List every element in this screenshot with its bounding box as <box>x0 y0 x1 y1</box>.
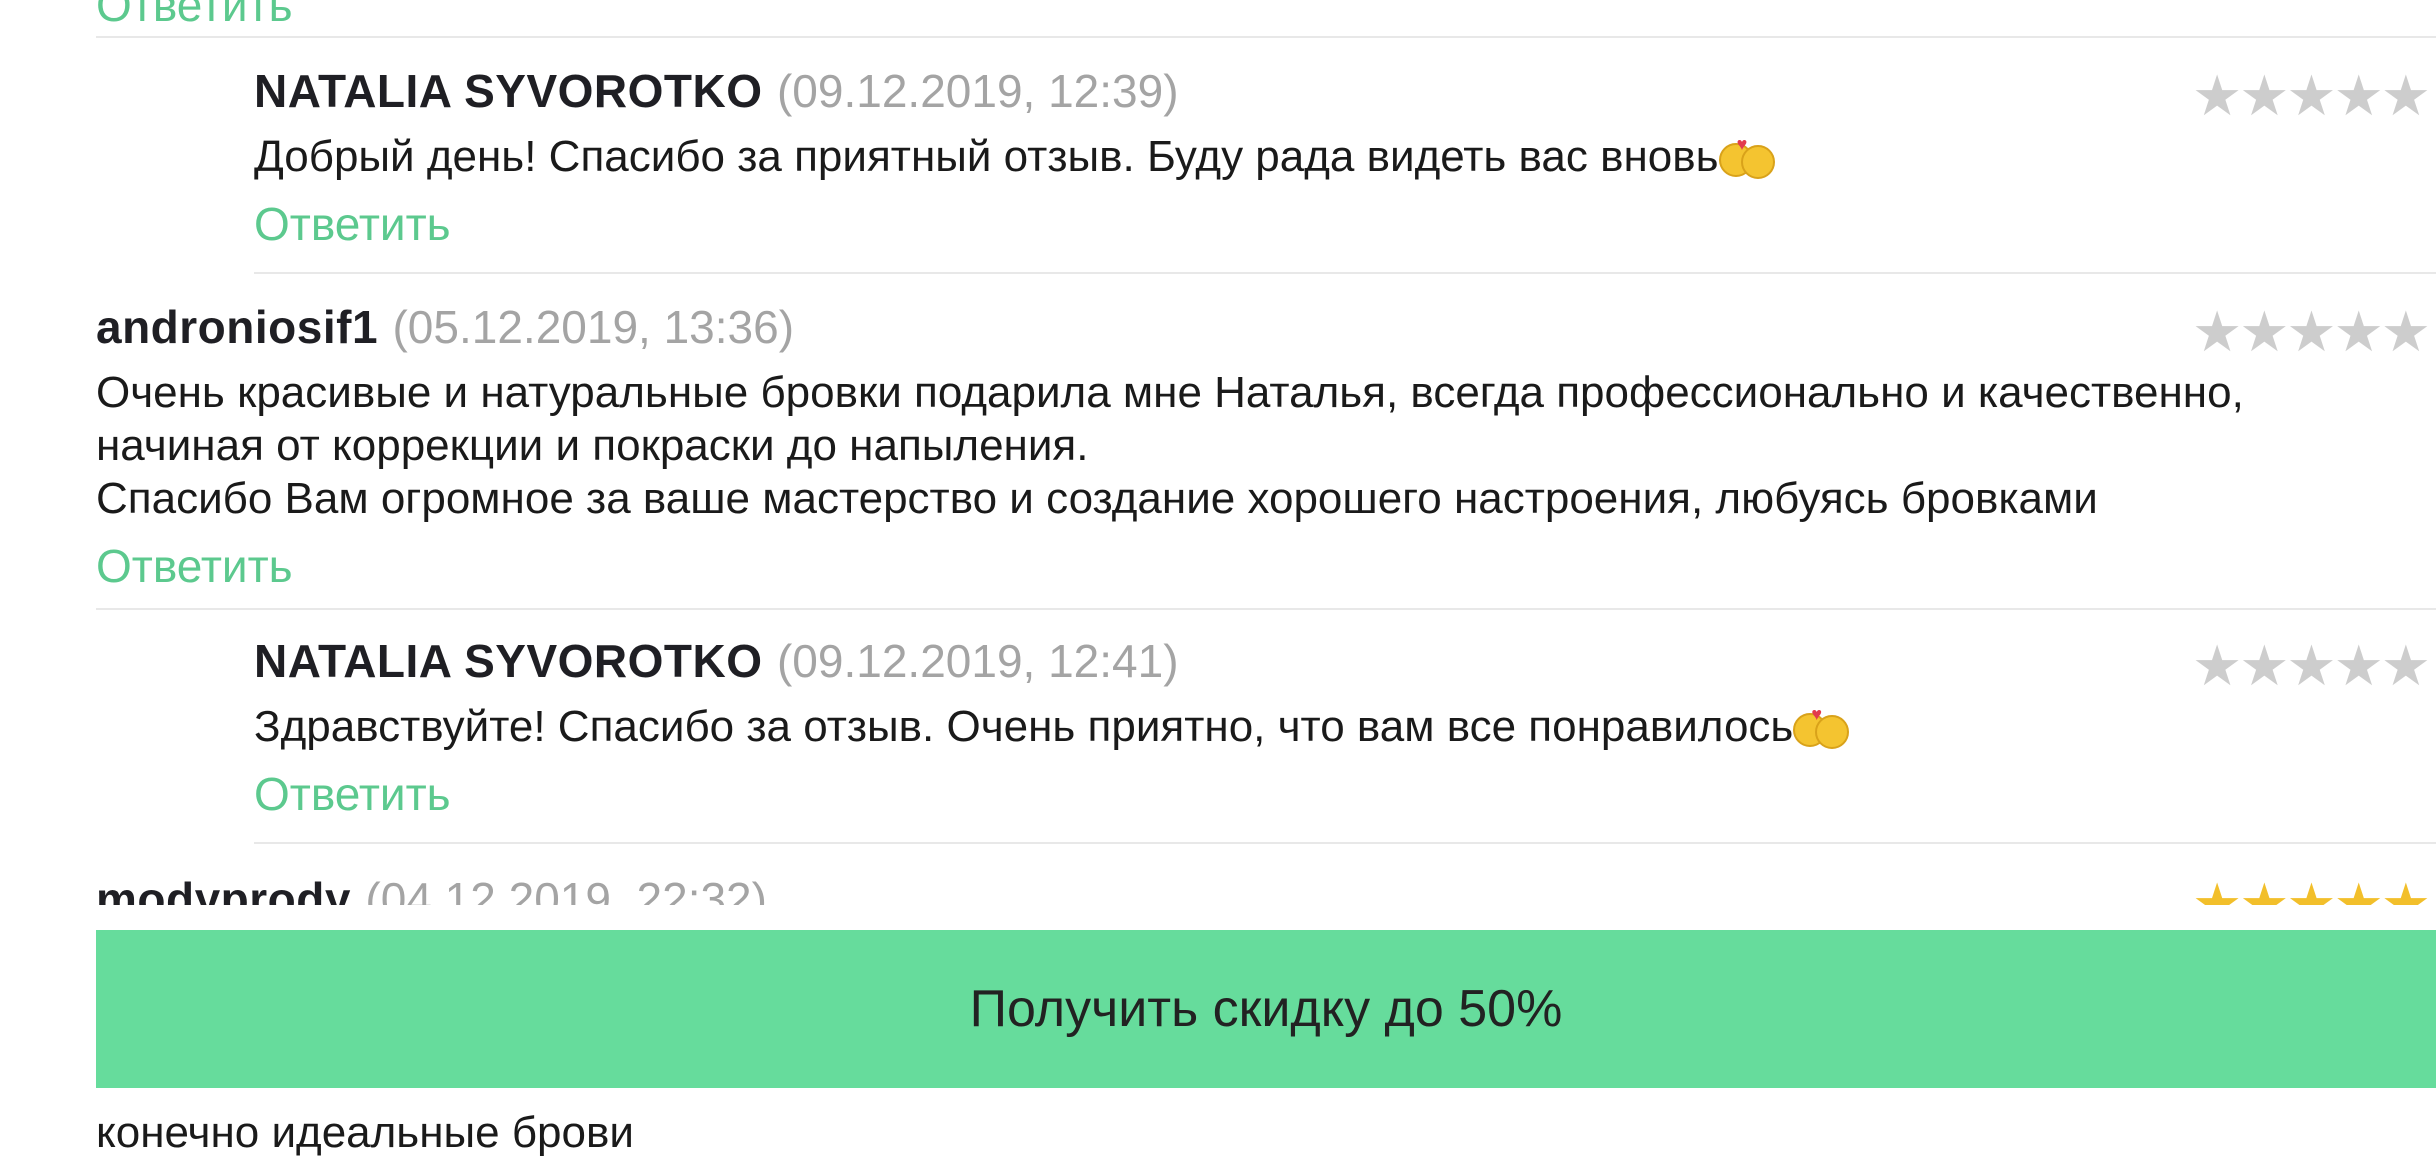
divider <box>96 608 2436 610</box>
kissing-faces-emoji-icon: ♥ <box>1793 705 1850 749</box>
review-header: modyprody (04.12.2019, 22:32) ★★★★★ <box>96 872 2436 905</box>
star-rating: ★★★★★ <box>2191 872 2431 906</box>
review-header: androniosif1 (05.12.2019, 13:36) ★★★★★ <box>96 300 2436 360</box>
review-text-line: Очень красивые и натуральные бровки пода… <box>96 368 2244 417</box>
review-reply: NATALIA SYVOROTKO (09.12.2019, 12:41) ★★… <box>254 634 2436 821</box>
reply-link[interactable]: Ответить <box>254 197 451 251</box>
review-author[interactable]: modyprody <box>96 873 351 905</box>
review-date: (04.12.2019, 22:32) <box>365 873 767 905</box>
review-text-line: Спасибо Вам огромное за ваше мастерство … <box>96 474 2098 523</box>
reply-link[interactable]: Ответить <box>96 539 293 593</box>
review-reply: NATALIA SYVOROTKO (09.12.2019, 12:39) ★★… <box>254 64 2436 251</box>
review-text-line: Здравствуйте! Спасибо за отзыв. Очень пр… <box>254 702 1794 751</box>
review-text-line: Добрый день! Спасибо за приятный отзыв. … <box>254 132 1719 181</box>
review-text-line: конечно идеальные брови <box>96 1108 634 1157</box>
review-text: Добрый день! Спасибо за приятный отзыв. … <box>254 130 2436 183</box>
reply-link[interactable]: Ответить <box>254 767 451 821</box>
kissing-faces-emoji-icon: ♥ <box>1718 135 1775 179</box>
review-date: (09.12.2019, 12:39) <box>776 65 1179 117</box>
review-text: Очень красивые и натуральные бровки пода… <box>96 366 2436 525</box>
review-header: NATALIA SYVOROTKO (09.12.2019, 12:39) ★★… <box>254 64 2436 124</box>
review: androniosif1 (05.12.2019, 13:36) ★★★★★ О… <box>96 300 2436 593</box>
reviews-feed: Ответить NATALIA SYVOROTKO (09.12.2019, … <box>0 0 2436 905</box>
divider <box>254 842 2436 844</box>
review-date: (05.12.2019, 13:36) <box>392 301 795 353</box>
discount-button[interactable]: Получить скидку до 50% <box>96 930 2436 1088</box>
review-author[interactable]: NATALIA SYVOROTKO <box>254 65 763 117</box>
star-rating: ★★★★★ <box>2191 64 2431 127</box>
review: modyprody (04.12.2019, 22:32) ★★★★★ <box>96 872 2436 905</box>
review-author[interactable]: androniosif1 <box>96 301 378 353</box>
review-header: NATALIA SYVOROTKO (09.12.2019, 12:41) ★★… <box>254 634 2436 694</box>
divider <box>96 36 2436 38</box>
star-rating: ★★★★★ <box>2191 300 2431 363</box>
review-text: Здравствуйте! Спасибо за отзыв. Очень пр… <box>254 700 2436 753</box>
review-text-line: начиная от коррекции и покраски до напыл… <box>96 421 1089 470</box>
discount-button-label: Получить скидку до 50% <box>969 980 1563 1038</box>
star-rating: ★★★★★ <box>2191 634 2431 697</box>
reply-link[interactable]: Ответить <box>96 0 293 32</box>
review-author[interactable]: NATALIA SYVOROTKO <box>254 635 763 687</box>
review-date: (09.12.2019, 12:41) <box>776 635 1179 687</box>
divider <box>254 272 2436 274</box>
